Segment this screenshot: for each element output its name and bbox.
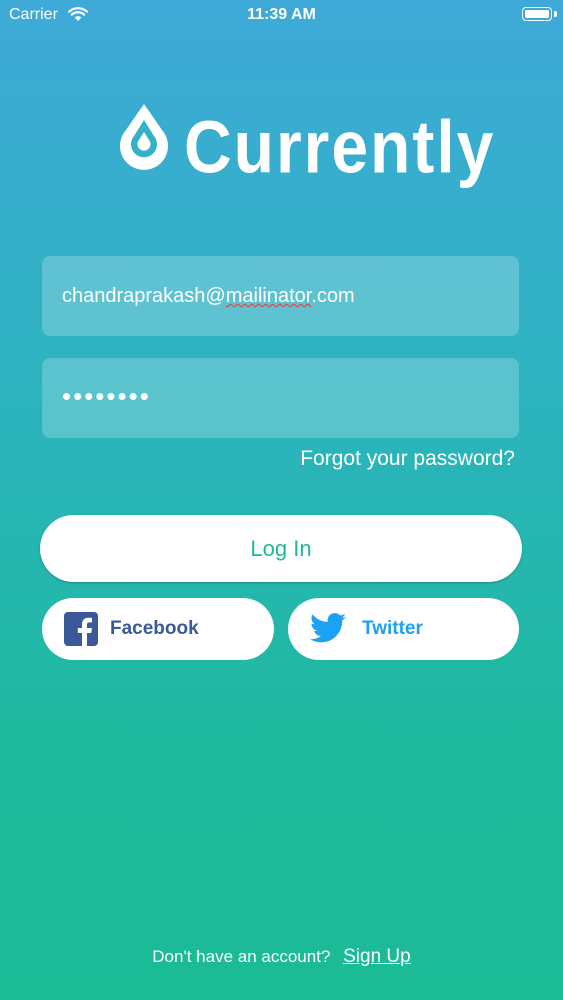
facebook-button[interactable]: Facebook (42, 598, 274, 660)
app-logo: Currently (116, 98, 493, 188)
email-value-text: chandraprakash@mailinator.com (62, 285, 355, 307)
password-value: •••••••• (62, 381, 151, 411)
twitter-icon (310, 613, 346, 648)
battery-icon (522, 7, 552, 21)
app-name: Currently (184, 105, 496, 188)
status-bar: Carrier 11:39 AM (0, 0, 563, 30)
login-button[interactable]: Log In (40, 515, 522, 582)
facebook-icon (64, 612, 98, 651)
password-field[interactable]: •••••••• (42, 358, 519, 438)
email-field[interactable]: chandraprakash@mailinator.com (42, 256, 519, 336)
signup-link[interactable]: Sign Up (343, 946, 411, 967)
battery-cap (554, 11, 557, 17)
twitter-button[interactable]: Twitter (288, 598, 519, 660)
facebook-label: Facebook (110, 618, 199, 639)
signup-row: Don't have an account? Sign Up (0, 946, 563, 968)
signup-prompt: Don't have an account? (152, 947, 331, 966)
forgot-password-link[interactable]: Forgot your password? (300, 447, 515, 471)
twitter-label: Twitter (362, 618, 423, 639)
email-value: chandraprakash@mailinator.com (62, 256, 355, 336)
status-time: 11:39 AM (247, 6, 316, 23)
drop-icon (116, 102, 172, 187)
